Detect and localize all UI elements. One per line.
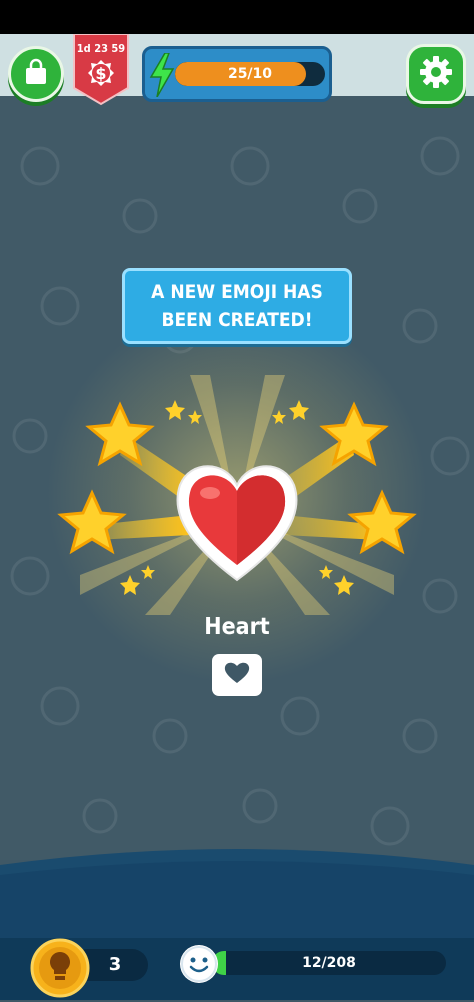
energy-meter[interactable]: 25/10 [142,46,332,102]
emoji-name: Heart [204,614,270,640]
smiley-icon [180,946,218,987]
special-offer-badge[interactable]: 1d 23 59 $ [72,33,130,106]
lightbulb-icon [30,938,90,1002]
heart-icon [223,661,251,689]
offer-timer: 1d 23 59 [76,42,126,55]
collection-button[interactable] [180,945,218,983]
hint-count: 3 [108,954,122,975]
status-bar [0,0,474,34]
banner-text: A NEW EMOJI HAS BEEN CREATED! [151,281,323,331]
emoji-progress-count: 12/208 [302,955,356,971]
emoji-tile[interactable] [212,654,262,696]
settings-button[interactable] [406,44,466,104]
hint-button[interactable] [30,938,90,998]
dollar-icon: $ [95,64,107,83]
bottom-wave [0,849,474,945]
new-emoji-banner: A NEW EMOJI HAS BEEN CREATED! [122,268,352,344]
shopping-bag-icon [22,58,50,90]
gear-icon [419,55,453,93]
shop-button[interactable] [8,46,64,102]
emoji-reveal-art [57,375,417,615]
energy-count: 25/10 [227,66,273,82]
lightning-icon [149,52,175,101]
